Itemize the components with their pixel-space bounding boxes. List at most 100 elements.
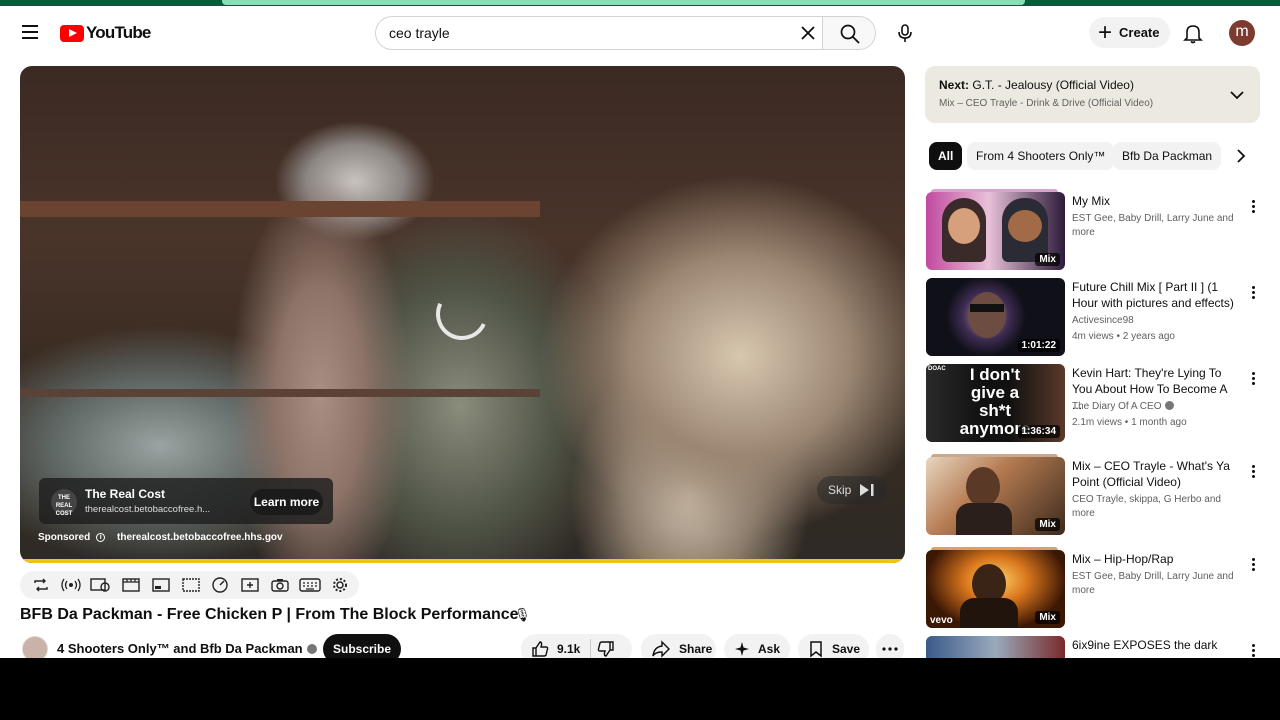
video-stats: 2.1m views • 1 month ago bbox=[1072, 417, 1187, 428]
recommendation-item[interactable]: 1:01:22 Future Chill Mix [ Part II ] (1 … bbox=[925, 278, 1260, 358]
mix-badge: Mix bbox=[1035, 253, 1060, 266]
speed-icon[interactable] bbox=[209, 574, 231, 596]
youtube-watch-page: YouTube + Create m THE REAL COST The Rea… bbox=[0, 0, 1280, 658]
search-icon bbox=[840, 24, 860, 44]
video-title: BFB Da Packman - Free Chicken P | From T… bbox=[20, 606, 519, 623]
add-frame-icon[interactable] bbox=[239, 574, 261, 596]
more-vertical-icon[interactable] bbox=[1250, 644, 1256, 658]
film-icon[interactable] bbox=[120, 574, 142, 596]
more-vertical-icon[interactable] bbox=[1250, 558, 1256, 574]
video-title[interactable]: Future Chill Mix [ Part II ] (1 Hour wit… bbox=[1072, 279, 1240, 311]
search-button[interactable] bbox=[822, 16, 876, 50]
video-thumbnail[interactable]: I don't give a sh*t anymore DOAC 1:36:34 bbox=[926, 364, 1065, 442]
create-button[interactable]: + Create bbox=[1089, 17, 1170, 48]
menu-icon[interactable] bbox=[18, 22, 42, 44]
search-input[interactable] bbox=[389, 23, 769, 43]
more-vertical-icon[interactable] bbox=[1250, 200, 1256, 216]
notifications-bell-icon[interactable] bbox=[1182, 22, 1204, 44]
chip-all[interactable]: All bbox=[929, 142, 963, 170]
video-thumbnail[interactable]: 1:01:22 bbox=[926, 278, 1065, 356]
video-meta: EST Gee, Baby Drill, Larry June and more bbox=[1072, 213, 1234, 238]
filter-chips: All From 4 Shooters Only™ Bfb Da Packman bbox=[925, 141, 1260, 171]
next-title: Next: G.T. - Jealousy (Official Video) bbox=[939, 78, 1134, 92]
loop-icon[interactable] bbox=[30, 574, 52, 596]
ad-url: therealcost.betobaccofree.h... bbox=[85, 504, 211, 515]
theater-mode-icon[interactable] bbox=[180, 574, 202, 596]
video-thumbnail[interactable]: Mix bbox=[926, 457, 1065, 535]
duration-badge: 1:01:22 bbox=[1017, 339, 1060, 352]
thumbs-up-icon[interactable] bbox=[531, 640, 549, 658]
extension-toolbar bbox=[20, 571, 359, 599]
info-icon[interactable]: i bbox=[96, 533, 106, 542]
youtube-logo[interactable]: YouTube bbox=[60, 23, 151, 43]
video-title[interactable]: Mix – CEO Trayle - What's Ya Point (Offi… bbox=[1072, 458, 1240, 490]
recommendation-item[interactable]: Mix My Mix EST Gee, Baby Drill, Larry Ju… bbox=[925, 189, 1260, 272]
ad-advertiser-logo: THE REAL COST bbox=[51, 489, 77, 517]
chip-from-4-shooters-only[interactable]: From 4 Shooters Only™ bbox=[967, 142, 1115, 170]
video-stats: 4m views • 2 years ago bbox=[1072, 331, 1175, 342]
video-thumbnail[interactable]: Mix bbox=[926, 192, 1065, 270]
chip-bfb-da-packman[interactable]: Bfb Da Packman bbox=[1113, 142, 1222, 170]
bookmark-icon bbox=[810, 641, 822, 658]
skip-next-icon bbox=[860, 484, 874, 496]
video-title[interactable]: Mix – Hip-Hop/Rap bbox=[1072, 551, 1240, 567]
sparkle-icon bbox=[735, 642, 749, 656]
close-icon[interactable] bbox=[798, 23, 818, 43]
video-player[interactable]: THE REAL COST The Real Cost therealcost.… bbox=[20, 66, 905, 563]
loading-spinner bbox=[428, 280, 496, 348]
chevron-down-icon[interactable] bbox=[1228, 86, 1246, 104]
video-thumbnail[interactable] bbox=[926, 636, 1065, 658]
share-button[interactable]: Share bbox=[641, 634, 716, 658]
mix-badge: Mix bbox=[1035, 518, 1060, 531]
skip-ad-button[interactable]: Skip bbox=[817, 476, 887, 504]
up-next-card[interactable]: Next: G.T. - Jealousy (Official Video) M… bbox=[925, 66, 1260, 123]
broadcast-icon[interactable] bbox=[60, 574, 82, 596]
video-meta: EST Gee, Baby Drill, Larry June and more bbox=[1072, 571, 1234, 596]
verified-icon bbox=[306, 644, 317, 654]
channel-name[interactable]: 4 Shooters Only™ and Bfb Da Packman bbox=[57, 641, 317, 656]
subscribe-button[interactable]: Subscribe bbox=[323, 634, 401, 658]
video-meta: CEO Trayle, skippa, G Herbo and more bbox=[1072, 494, 1221, 519]
youtube-play-icon bbox=[60, 24, 84, 42]
voice-search-button[interactable] bbox=[886, 16, 924, 50]
sponsored-url[interactable]: therealcost.betobaccofree.hhs.gov bbox=[117, 532, 283, 543]
mix-badge: Mix bbox=[1035, 611, 1060, 624]
ask-button[interactable]: Ask bbox=[724, 634, 790, 658]
ad-info-card[interactable]: THE REAL COST The Real Cost therealcost.… bbox=[39, 478, 333, 524]
thumbs-down-icon[interactable] bbox=[597, 640, 615, 658]
video-channel[interactable]: Activesince98 bbox=[1072, 314, 1244, 328]
video-thumbnail[interactable]: vevo Mix bbox=[926, 550, 1065, 628]
keyboard-icon[interactable] bbox=[299, 574, 321, 596]
more-horizontal-icon bbox=[882, 647, 898, 651]
screenshot-icon[interactable] bbox=[90, 574, 112, 596]
picture-in-picture-icon[interactable] bbox=[150, 574, 172, 596]
settings-gear-icon[interactable] bbox=[329, 574, 351, 596]
studio-microphone-icon: 🎙 bbox=[514, 607, 531, 622]
more-actions-button[interactable] bbox=[876, 634, 904, 658]
video-channel[interactable]: The Diary Of A CEO bbox=[1072, 400, 1244, 414]
channel-avatar[interactable] bbox=[22, 636, 48, 658]
learn-more-button[interactable]: Learn more bbox=[250, 489, 323, 515]
next-subtitle: Mix – CEO Trayle - Drink & Drive (Offici… bbox=[939, 98, 1154, 109]
recommendation-item[interactable]: I don't give a sh*t anymore DOAC 1:36:34… bbox=[925, 364, 1260, 444]
account-avatar[interactable]: m bbox=[1229, 20, 1255, 46]
video-title[interactable]: My Mix bbox=[1072, 193, 1240, 209]
more-vertical-icon[interactable] bbox=[1250, 465, 1256, 481]
ad-progress-bar bbox=[20, 559, 905, 563]
more-vertical-icon[interactable] bbox=[1250, 372, 1256, 388]
recommendation-item[interactable]: vevo Mix Mix – Hip-Hop/Rap EST Gee, Baby… bbox=[925, 547, 1260, 630]
save-button[interactable]: Save bbox=[798, 634, 869, 658]
plus-icon: + bbox=[1098, 18, 1113, 46]
recommendation-item[interactable]: 6ix9ine EXPOSES the dark bbox=[925, 636, 1260, 658]
microphone-icon bbox=[898, 24, 912, 42]
camera-icon[interactable] bbox=[269, 574, 291, 596]
recommendation-item[interactable]: Mix Mix – CEO Trayle - What's Ya Point (… bbox=[925, 454, 1260, 537]
video-title[interactable]: 6ix9ine EXPOSES the dark bbox=[1072, 637, 1240, 653]
sponsored-label: Sponsored i bbox=[38, 532, 106, 543]
more-vertical-icon[interactable] bbox=[1250, 286, 1256, 302]
black-letterbox-bar bbox=[0, 658, 1280, 720]
chevron-right-icon[interactable] bbox=[1229, 143, 1253, 169]
verified-icon bbox=[1165, 401, 1175, 410]
like-count[interactable]: 9.1k bbox=[557, 642, 580, 656]
share-icon bbox=[652, 640, 670, 658]
